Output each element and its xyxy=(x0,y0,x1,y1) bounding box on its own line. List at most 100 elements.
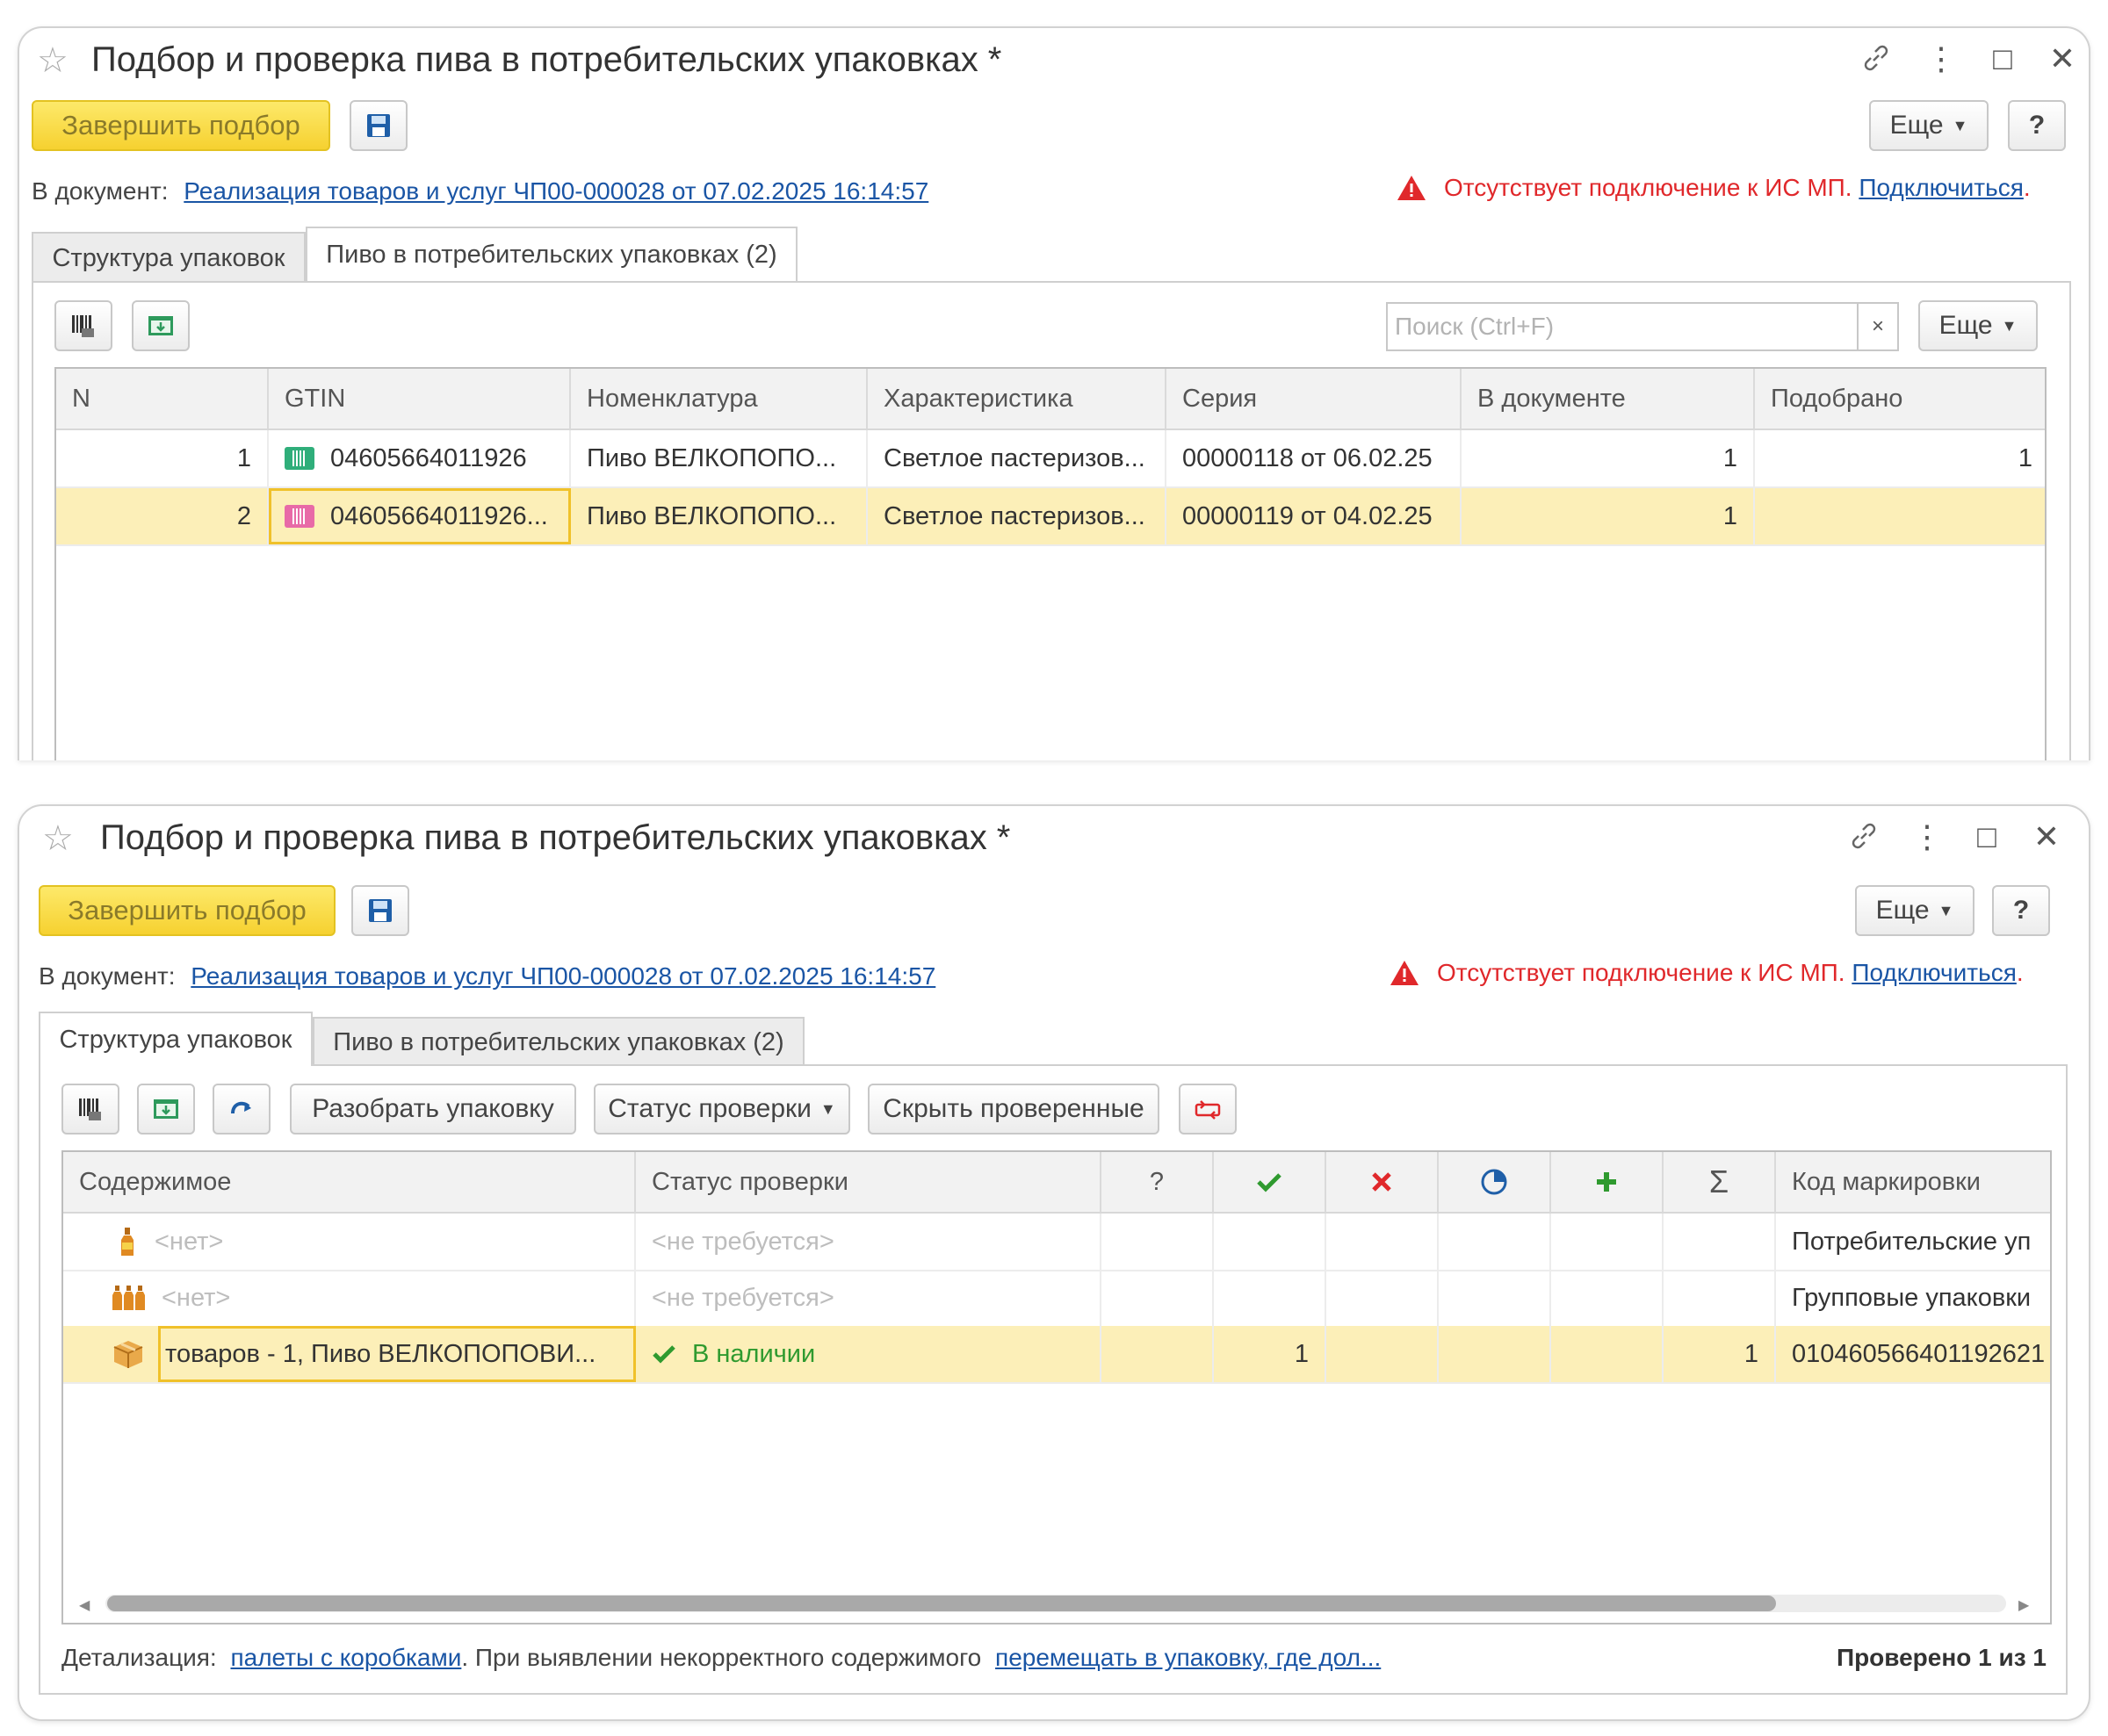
column-header-ok[interactable] xyxy=(1214,1152,1326,1212)
load-from-file-button[interactable] xyxy=(132,300,190,351)
cell-error xyxy=(1326,1270,1439,1326)
column-header-error[interactable] xyxy=(1326,1152,1439,1212)
cell-picked xyxy=(1755,488,2045,544)
column-header-pending[interactable] xyxy=(1439,1152,1551,1212)
link-icon[interactable] xyxy=(1846,818,1885,854)
column-header-content[interactable]: Содержимое xyxy=(63,1152,636,1212)
clock-pie-icon xyxy=(1480,1168,1508,1196)
cell-content-icon xyxy=(63,1326,158,1382)
tab-package-structure[interactable]: Структура упаковок xyxy=(32,232,306,283)
reset-arrows-icon xyxy=(1193,1098,1223,1120)
cell-error xyxy=(1326,1214,1439,1270)
cell-check-status: <не требуется> xyxy=(636,1214,1101,1270)
cell-series: 00000119 от 04.02.25 xyxy=(1166,488,1462,544)
table-row-selected[interactable]: 2 04605664011926... Пиво ВЕЛКОПОПО... Св… xyxy=(56,488,2045,546)
cell-gtin[interactable]: 04605664011926... xyxy=(269,488,571,544)
column-header-picked[interactable]: Подобрано xyxy=(1755,369,2045,429)
move-link[interactable]: перемещать в упаковку, где дол... xyxy=(995,1644,1381,1671)
document-link[interactable]: Реализация товаров и услуг ЧП00-000028 о… xyxy=(184,177,928,205)
import-sheet-icon xyxy=(152,1097,180,1121)
column-header-sum[interactable]: Σ xyxy=(1664,1152,1776,1212)
cell-pending xyxy=(1439,1326,1551,1382)
scroll-right-arrow-icon[interactable]: ▶ xyxy=(2018,1596,2029,1614)
warning-text: Отсутствует подключение к ИС МП. xyxy=(1444,174,1852,201)
column-header-added[interactable] xyxy=(1551,1152,1664,1212)
cell-picked: 1 xyxy=(2018,443,2032,472)
tab-package-structure[interactable]: Структура упаковок xyxy=(39,1012,313,1066)
link-icon[interactable] xyxy=(1859,40,1897,76)
cell-nomenclature: Пиво ВЕЛКОПОПО... xyxy=(571,430,868,486)
more-button[interactable]: Еще ▼ xyxy=(1869,100,1989,151)
scan-barcode-button[interactable] xyxy=(61,1084,119,1135)
table-row-selected[interactable]: товаров - 1, Пиво ВЕЛКОПОПОВИ... В налич… xyxy=(63,1326,2050,1384)
table-row[interactable]: 1 04605664011926 Пиво ВЕЛКОПОПО... Светл… xyxy=(56,430,2045,488)
search-clear-button[interactable]: × xyxy=(1859,302,1899,351)
table-more-button[interactable]: Еще ▼ xyxy=(1918,300,2038,351)
warning-text: Отсутствует подключение к ИС МП. xyxy=(1437,959,1845,986)
search-input[interactable]: Поиск (Ctrl+F) xyxy=(1386,302,1859,351)
column-header-series[interactable]: Серия xyxy=(1166,369,1462,429)
connect-link[interactable]: Подключиться xyxy=(1852,959,2017,986)
more-vertical-icon[interactable]: ⋮ xyxy=(1908,818,1946,855)
cell-in-document: 1 xyxy=(1462,488,1755,544)
connect-suffix: . xyxy=(2016,959,2024,986)
column-header-characteristic[interactable]: Характеристика xyxy=(868,369,1166,429)
cell-content: <нет> xyxy=(63,1214,636,1270)
barcode-scanner-icon xyxy=(69,313,97,339)
cell-gtin: 04605664011926 xyxy=(269,430,571,486)
column-header-gtin[interactable]: GTIN xyxy=(269,369,571,429)
close-icon[interactable]: ✕ xyxy=(2027,818,2066,855)
bottle-icon xyxy=(119,1227,135,1257)
reset-button[interactable] xyxy=(1179,1084,1237,1135)
column-header-n[interactable]: N xyxy=(56,369,269,429)
cell-nomenclature: Пиво ВЕЛКОПОПО... xyxy=(571,488,868,544)
table-row[interactable]: <нет> <не требуется> Потребительские уп xyxy=(63,1214,2050,1271)
help-button[interactable]: ? xyxy=(2008,100,2066,151)
save-button[interactable] xyxy=(351,885,409,936)
unpack-button[interactable]: Разобрать упаковку xyxy=(290,1084,576,1135)
maximize-icon[interactable]: □ xyxy=(1967,818,2006,855)
cell-sum xyxy=(1664,1214,1776,1270)
finish-picking-button[interactable]: Завершить подбор xyxy=(39,885,336,936)
cell-unknown xyxy=(1101,1326,1214,1382)
redirect-button[interactable] xyxy=(213,1084,271,1135)
hide-checked-button[interactable]: Скрыть проверенные xyxy=(868,1084,1159,1135)
favorite-star-icon[interactable]: ☆ xyxy=(42,818,74,859)
finish-picking-button[interactable]: Завершить подбор xyxy=(32,100,330,151)
load-from-file-button[interactable] xyxy=(137,1084,195,1135)
warning-triangle-icon xyxy=(1390,959,1419,987)
cell-n: 2 xyxy=(56,488,269,544)
column-header-marking-code[interactable]: Код маркировки xyxy=(1776,1152,2050,1212)
help-button[interactable]: ? xyxy=(1992,885,2050,936)
cell-marking-code: Потребительские уп xyxy=(1792,1227,2032,1256)
document-link[interactable]: Реализация товаров и услуг ЧП00-000028 о… xyxy=(191,962,935,990)
cell-marking-code: Групповые упаковки xyxy=(1792,1283,2032,1312)
more-button[interactable]: Еще ▼ xyxy=(1855,885,1974,936)
column-header-unknown[interactable]: ? xyxy=(1101,1152,1214,1212)
form-window-top: ☆ Подбор и проверка пива в потребительск… xyxy=(18,26,2090,760)
cell-content[interactable]: товаров - 1, Пиво ВЕЛКОПОПОВИ... xyxy=(158,1326,636,1382)
connect-link[interactable]: Подключиться xyxy=(1859,174,2024,201)
favorite-star-icon[interactable]: ☆ xyxy=(37,40,69,81)
scan-barcode-button[interactable] xyxy=(54,300,112,351)
table-row[interactable]: <нет> <не требуется> Групповые упаковки xyxy=(63,1270,2050,1328)
document-line: В документ: Реализация товаров и услуг Ч… xyxy=(32,177,928,205)
detail-link[interactable]: палеты с коробками xyxy=(230,1644,461,1671)
column-header-in-document[interactable]: В документе xyxy=(1462,369,1755,429)
column-header-nomenclature[interactable]: Номенклатура xyxy=(571,369,868,429)
scroll-left-arrow-icon[interactable]: ◀ xyxy=(79,1596,90,1614)
tab-beer-consumer-packages[interactable]: Пиво в потребительских упаковках (2) xyxy=(306,227,798,281)
save-button[interactable] xyxy=(350,100,408,151)
cell-in-document: 1 xyxy=(1462,430,1755,486)
tab-beer-consumer-packages[interactable]: Пиво в потребительских упаковках (2) xyxy=(313,1017,805,1066)
column-header-check-status[interactable]: Статус проверки xyxy=(636,1152,1101,1212)
more-vertical-icon[interactable]: ⋮ xyxy=(1922,40,1960,77)
maximize-icon[interactable]: □ xyxy=(1983,40,2022,77)
close-icon[interactable]: ✕ xyxy=(2043,40,2082,77)
check-status-button[interactable]: Статус проверки ▼ xyxy=(594,1084,850,1135)
connection-warning: Отсутствует подключение к ИС МП. Подключ… xyxy=(1397,174,2031,202)
cell-ok: 1 xyxy=(1214,1326,1326,1382)
scrollbar-thumb[interactable] xyxy=(107,1596,1776,1611)
window-title: Подбор и проверка пива в потребительских… xyxy=(100,818,1011,857)
content-value: <нет> xyxy=(162,1283,231,1312)
